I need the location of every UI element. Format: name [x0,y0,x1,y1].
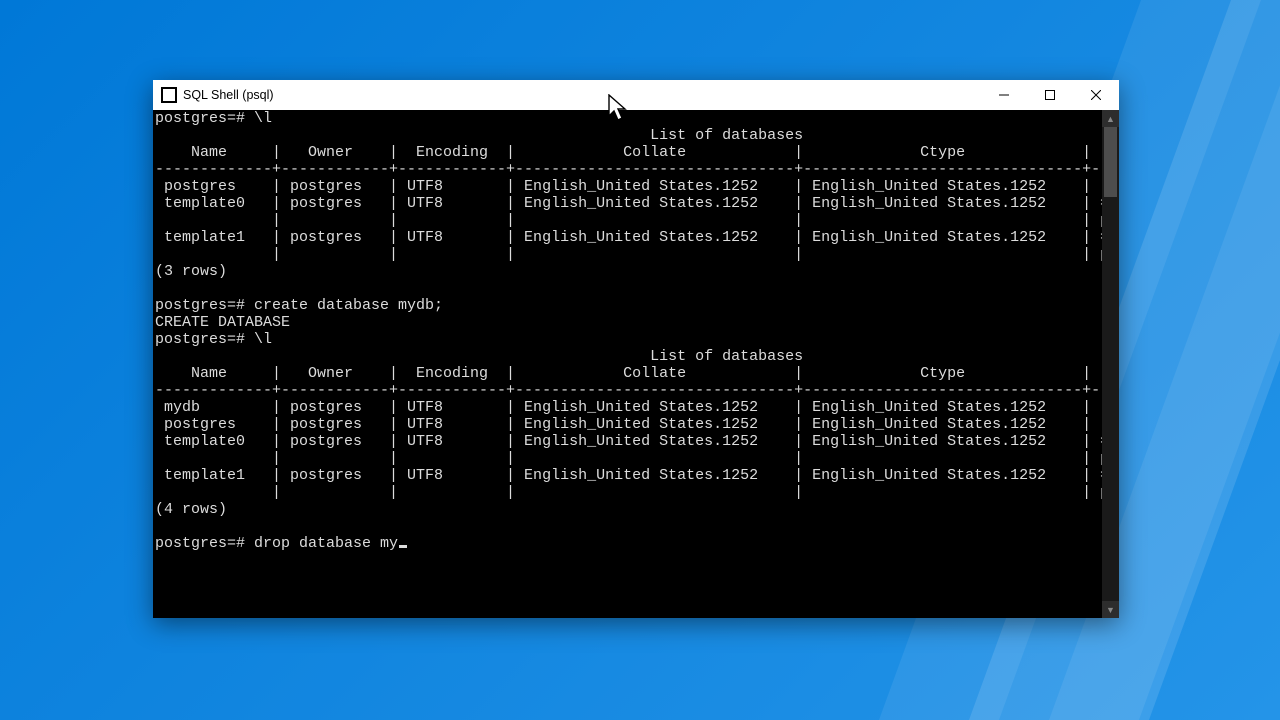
scroll-up-button[interactable]: ▲ [1102,110,1119,127]
psql-window: SQL Shell (psql) postgres=# \l List of d… [153,80,1119,618]
window-title: SQL Shell (psql) [183,88,274,102]
minimize-button[interactable] [981,80,1027,110]
app-icon [161,87,177,103]
text-cursor [399,545,407,548]
scrollbar[interactable]: ▲ ▼ [1102,110,1119,618]
scroll-down-button[interactable]: ▼ [1102,601,1119,618]
close-button[interactable] [1073,80,1119,110]
maximize-button[interactable] [1027,80,1073,110]
scroll-thumb[interactable] [1104,127,1117,197]
titlebar[interactable]: SQL Shell (psql) [153,80,1119,110]
terminal-output[interactable]: postgres=# \l List of databases Name | O… [153,110,1102,618]
